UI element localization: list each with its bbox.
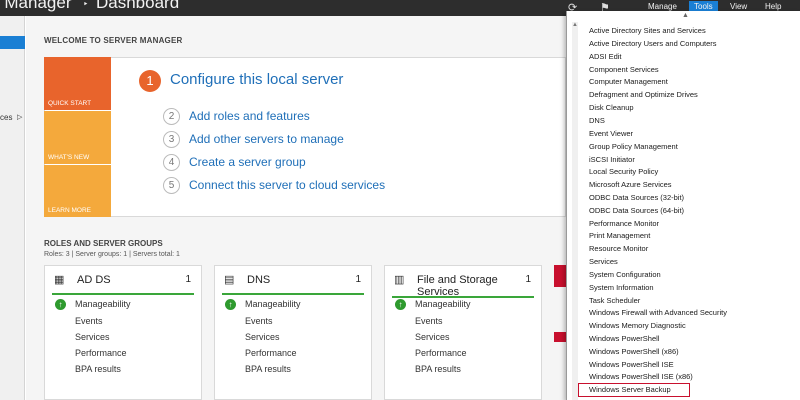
tools-item[interactable]: DNS [589,116,605,125]
step-5-number: 5 [163,177,180,194]
card-row-manageability[interactable]: Manageability [245,299,301,309]
card-row-bpa-results[interactable]: BPA results [75,364,121,374]
expand-arrow-icon[interactable]: ▷ [17,113,22,121]
tools-item[interactable]: Group Policy Management [589,142,678,151]
roles-summary: Roles: 3 | Server groups: 1 | Servers to… [44,251,180,258]
breadcrumb-separator-icon: ‣ [83,0,89,9]
step-4-number: 4 [163,154,180,171]
step-3-number: 3 [163,131,180,148]
tools-item[interactable]: Windows Firewall with Advanced Security [589,308,727,317]
card-row-services[interactable]: Services [75,332,110,342]
tools-item[interactable]: System Information [589,283,654,292]
step-add-roles-link[interactable]: Add roles and features [189,109,310,123]
nav-item-partial[interactable]: ces [0,113,12,122]
card-row-events[interactable]: Events [415,316,443,326]
tools-item[interactable]: Windows Memory Diagnostic [589,321,686,330]
card-row-performance[interactable]: Performance [75,348,127,358]
tools-item[interactable]: ADSI Edit [589,52,622,61]
status-up-icon: ↑ [395,299,406,310]
tools-item[interactable]: Performance Monitor [589,219,659,228]
step-create-group-link[interactable]: Create a server group [189,155,306,169]
tools-item[interactable]: Resource Monitor [589,244,648,253]
card-row-events[interactable]: Events [75,316,103,326]
card-row-bpa-results[interactable]: BPA results [245,364,291,374]
tools-item[interactable]: Active Directory Users and Computers [589,39,717,48]
menu-help[interactable]: Help [765,2,781,11]
tools-item[interactable]: Task Scheduler [589,296,640,305]
page-title[interactable]: Dashboard [96,0,179,13]
dns-server-icon: ▤ [224,274,235,286]
tools-item[interactable]: ODBC Data Sources (32-bit) [589,193,684,202]
highlight-box [578,383,690,397]
tools-item[interactable]: ODBC Data Sources (64-bit) [589,206,684,215]
card-title[interactable]: DNS [247,274,270,286]
tools-item[interactable]: Windows PowerShell (x86) [589,347,679,356]
card-count: 1 [355,274,361,285]
role-card-ad-ds[interactable]: ▦ AD DS 1 ↑ Manageability Events Service… [44,265,202,400]
tools-item[interactable]: Windows PowerShell [589,334,659,343]
file-storage-icon: ▥ [394,274,405,286]
roles-heading: ROLES AND SERVER GROUPS [44,239,163,248]
card-header[interactable]: ▥ File and Storage Services 1 [392,271,534,298]
dropdown-scrollbar[interactable] [572,22,578,400]
tools-item[interactable]: Computer Management [589,77,668,86]
card-title[interactable]: AD DS [77,274,111,286]
card-row-events[interactable]: Events [245,316,273,326]
menu-view[interactable]: View [730,2,747,11]
tools-item[interactable]: Disk Cleanup [589,103,634,112]
tile-label: QUICK START [48,100,92,107]
tile-label: WHAT'S NEW [48,154,90,161]
partial-card-edge [554,265,566,287]
tools-item[interactable]: Windows PowerShell ISE (x86) [589,372,693,381]
menu-manage[interactable]: Manage [648,2,677,11]
card-row-manageability[interactable]: Manageability [415,299,471,309]
role-card-dns[interactable]: ▤ DNS 1 ↑ Manageability Events Services … [214,265,372,400]
dropdown-up-arrow-icon: ▲ [682,12,689,19]
nav-item-dashboard[interactable] [0,36,25,49]
tools-item[interactable]: Component Services [589,65,659,74]
tools-item[interactable]: Services [589,257,618,266]
tools-item[interactable]: Print Management [589,231,650,240]
tools-item[interactable]: Microsoft Azure Services [589,180,672,189]
welcome-heading: WELCOME TO SERVER MANAGER [44,36,183,45]
tile-quick-start[interactable]: QUICK START [44,57,111,110]
step-1-number: 1 [139,70,161,92]
tools-item[interactable]: iSCSI Initiator [589,155,635,164]
card-row-performance[interactable]: Performance [415,348,467,358]
server-role-icon: ▦ [54,274,65,286]
step-add-servers-link[interactable]: Add other servers to manage [189,132,344,146]
card-count: 1 [185,274,191,285]
card-title[interactable]: File and Storage Services [417,274,527,298]
tools-item[interactable]: Windows PowerShell ISE [589,360,674,369]
card-row-manageability[interactable]: Manageability [75,299,131,309]
status-up-icon: ↑ [225,299,236,310]
app-title: r Manager [0,0,72,12]
card-row-services[interactable]: Services [415,332,450,342]
tools-item[interactable]: Defragment and Optimize Drives [589,90,698,99]
card-count: 1 [525,274,531,285]
tile-whats-new[interactable]: WHAT'S NEW [44,111,111,164]
card-row-services[interactable]: Services [245,332,280,342]
tools-item[interactable]: System Configuration [589,270,661,279]
card-header[interactable]: ▦ AD DS 1 [52,271,194,295]
tools-item[interactable]: Event Viewer [589,129,633,138]
tools-item[interactable]: Active Directory Sites and Services [589,26,706,35]
step-configure-local-server-link[interactable]: Configure this local server [170,71,343,88]
step-cloud-services-link[interactable]: Connect this server to cloud services [189,178,385,192]
partial-card-edge [554,332,566,342]
role-card-file-storage[interactable]: ▥ File and Storage Services 1 ↑ Manageab… [384,265,542,400]
tools-item[interactable]: Local Security Policy [589,167,658,176]
tile-learn-more[interactable]: LEARN MORE [44,165,111,217]
step-2-number: 2 [163,108,180,125]
status-up-icon: ↑ [55,299,66,310]
left-nav [0,16,25,400]
card-row-bpa-results[interactable]: BPA results [415,364,461,374]
card-header[interactable]: ▤ DNS 1 [222,271,364,295]
card-row-performance[interactable]: Performance [245,348,297,358]
scroll-up-arrow-icon[interactable]: ▲ [572,22,578,28]
tile-label: LEARN MORE [48,207,91,214]
